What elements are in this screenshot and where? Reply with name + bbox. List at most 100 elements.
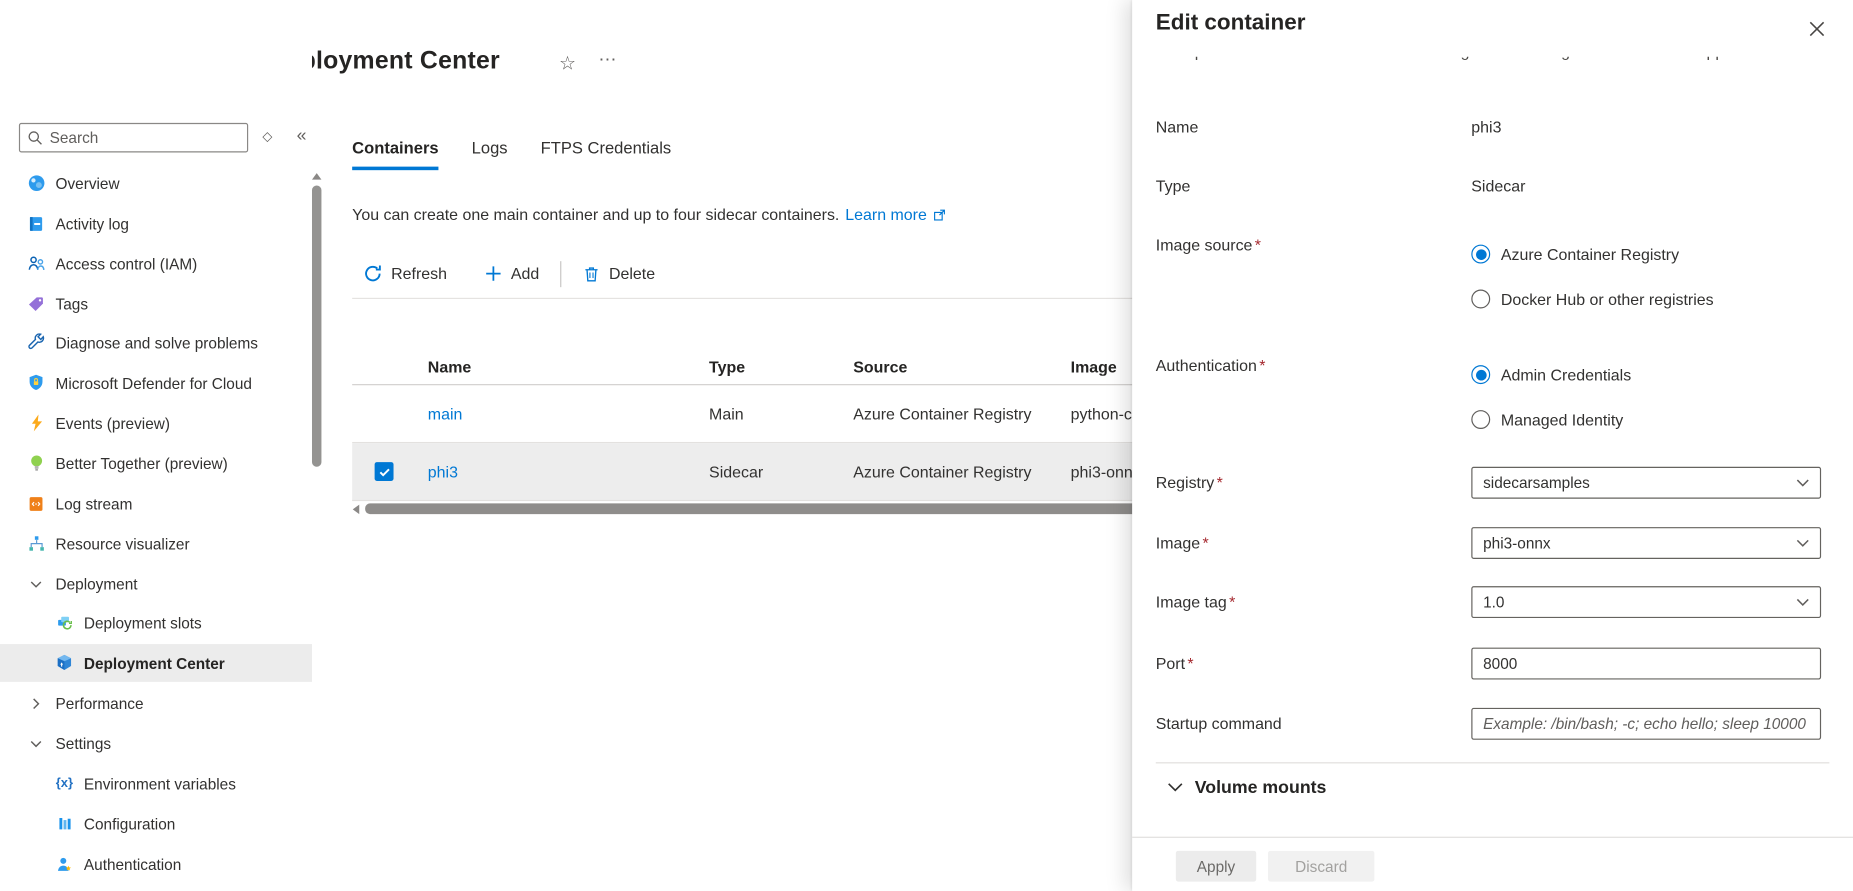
sidebar-item-defender[interactable]: Microsoft Defender for Cloud	[0, 364, 312, 402]
search-resize-icon[interactable]: ◇	[262, 129, 272, 144]
startup-command-input[interactable]	[1471, 708, 1821, 740]
refresh-button[interactable]: Refresh	[360, 259, 449, 289]
tab-containers[interactable]: Containers	[352, 138, 438, 170]
apply-button[interactable]: Apply	[1176, 851, 1256, 882]
configuration-icon	[54, 814, 74, 834]
delete-button[interactable]: Delete	[581, 259, 658, 287]
overview-icon	[26, 173, 46, 193]
radio-managed-identity[interactable]: Managed Identity	[1471, 410, 1623, 429]
port-input[interactable]	[1471, 648, 1821, 680]
container-link-main[interactable]: main	[428, 405, 463, 423]
clipped-scrolled-text: p g g pp	[1156, 57, 1818, 69]
chevron-down-icon	[26, 574, 46, 594]
scroll-up-arrow-icon[interactable]	[311, 171, 323, 180]
sidebar-group-deployment[interactable]: Deployment	[0, 565, 312, 603]
add-button[interactable]: Add	[482, 260, 541, 287]
image-label: Image*	[1156, 534, 1209, 552]
startup-command-label: Startup command	[1156, 715, 1282, 733]
radio-selected-icon	[1471, 365, 1490, 384]
sidebar-item-resource-visualizer[interactable]: Resource visualizer	[0, 525, 312, 563]
access-control-icon	[26, 253, 46, 273]
environment-variables-icon: {x}	[54, 773, 74, 793]
tab-ftps-credentials[interactable]: FTPS Credentials	[541, 138, 672, 170]
chevron-down-icon	[1796, 538, 1809, 547]
container-link-phi3[interactable]: phi3	[428, 463, 458, 481]
close-icon[interactable]	[1808, 20, 1826, 38]
sidebar: ◇ « Overview Activity log Access control…	[0, 0, 312, 891]
type-value: Sidecar	[1471, 177, 1525, 195]
tags-icon	[26, 294, 46, 314]
column-header-name[interactable]: Name	[428, 358, 709, 376]
radio-unselected-icon	[1471, 290, 1490, 309]
chevron-down-icon	[1168, 782, 1183, 793]
edit-container-panel: Edit container p g g pp Name phi3 Type S…	[1132, 0, 1853, 891]
panel-title: Edit container	[1156, 11, 1306, 37]
column-header-type[interactable]: Type	[709, 358, 853, 376]
sidebar-item-log-stream[interactable]: Log stream	[0, 485, 312, 523]
search-input[interactable]	[50, 129, 215, 147]
learn-more-link[interactable]: Learn more	[845, 206, 927, 224]
volume-mounts-section-toggle[interactable]: Volume mounts	[1168, 778, 1327, 798]
wrench-icon	[26, 333, 46, 353]
sidebar-item-environment-variables[interactable]: {x} Environment variables	[0, 765, 312, 803]
sidebar-item-tags[interactable]: Tags	[0, 285, 312, 323]
info-banner: You can create one main container and up…	[352, 206, 947, 224]
tab-bar: Containers Logs FTPS Credentials	[352, 138, 671, 170]
search-icon	[27, 130, 42, 145]
sidebar-item-authentication[interactable]: Authentication	[0, 845, 312, 883]
sidebar-group-performance[interactable]: Performance	[0, 684, 312, 722]
registry-label: Registry*	[1156, 474, 1223, 492]
image-tag-dropdown[interactable]: 1.0	[1471, 586, 1821, 618]
radio-azure-container-registry[interactable]: Azure Container Registry	[1471, 245, 1679, 264]
image-source-label: Image source*	[1156, 236, 1261, 254]
name-value: phi3	[1471, 118, 1501, 136]
more-options-icon[interactable]: …	[598, 45, 618, 66]
sidebar-item-activity-log[interactable]: Activity log	[0, 204, 312, 242]
sidebar-item-diagnose[interactable]: Diagnose and solve problems	[0, 324, 312, 362]
scroll-left-arrow-icon[interactable]	[351, 503, 360, 515]
vertical-scrollbar-thumb[interactable]	[312, 186, 321, 467]
activity-log-icon	[26, 213, 46, 233]
sidebar-item-overview[interactable]: Overview	[0, 164, 312, 202]
resource-visualizer-icon	[26, 534, 46, 554]
registry-dropdown[interactable]: sidecarsamples	[1471, 467, 1821, 499]
authentication-icon	[54, 854, 74, 874]
tab-logs[interactable]: Logs	[472, 138, 508, 170]
name-label: Name	[1156, 118, 1199, 136]
panel-divider	[1156, 762, 1830, 763]
authentication-label: Authentication*	[1156, 357, 1266, 375]
chevron-down-icon	[26, 733, 46, 753]
radio-docker-hub[interactable]: Docker Hub or other registries	[1471, 290, 1713, 309]
azure-portal-page: Home Web App | Deployment Center ☆ … ◇ «…	[0, 0, 1853, 891]
horizontal-scrollbar-thumb[interactable]	[365, 503, 1192, 514]
trash-icon	[583, 264, 601, 283]
plus-icon	[485, 265, 503, 283]
lightning-icon	[26, 413, 46, 433]
sidebar-item-configuration[interactable]: Configuration	[0, 805, 312, 843]
toolbar-divider	[561, 261, 562, 287]
deployment-center-icon	[54, 653, 74, 673]
sidebar-item-deployment-slots[interactable]: Deployment slots	[0, 604, 312, 642]
sidebar-item-deployment-center[interactable]: Deployment Center	[0, 644, 312, 682]
command-bar: Refresh Add Delete	[360, 259, 657, 289]
radio-admin-credentials[interactable]: Admin Credentials	[1471, 365, 1631, 384]
favorite-star-icon[interactable]: ☆	[559, 52, 576, 76]
discard-button[interactable]: Discard	[1268, 851, 1374, 882]
sidebar-group-settings[interactable]: Settings	[0, 724, 312, 762]
deployment-slots-icon	[54, 613, 74, 633]
sidebar-search[interactable]	[19, 123, 248, 153]
column-header-source[interactable]: Source	[853, 358, 1070, 376]
image-tag-label: Image tag*	[1156, 593, 1236, 611]
image-dropdown[interactable]: phi3-onnx	[1471, 527, 1821, 559]
sidebar-item-events[interactable]: Events (preview)	[0, 404, 312, 442]
type-label: Type	[1156, 177, 1191, 195]
collapse-sidebar-icon[interactable]: «	[297, 125, 307, 145]
sidebar-item-access-control[interactable]: Access control (IAM)	[0, 245, 312, 283]
sidebar-item-better-together[interactable]: Better Together (preview)	[0, 444, 312, 482]
info-text: You can create one main container and up…	[352, 206, 839, 224]
external-link-icon	[933, 207, 947, 221]
chevron-right-icon	[26, 693, 46, 713]
shield-icon	[26, 373, 46, 393]
refresh-icon	[363, 264, 383, 284]
row-checkbox-checked[interactable]	[375, 462, 394, 481]
